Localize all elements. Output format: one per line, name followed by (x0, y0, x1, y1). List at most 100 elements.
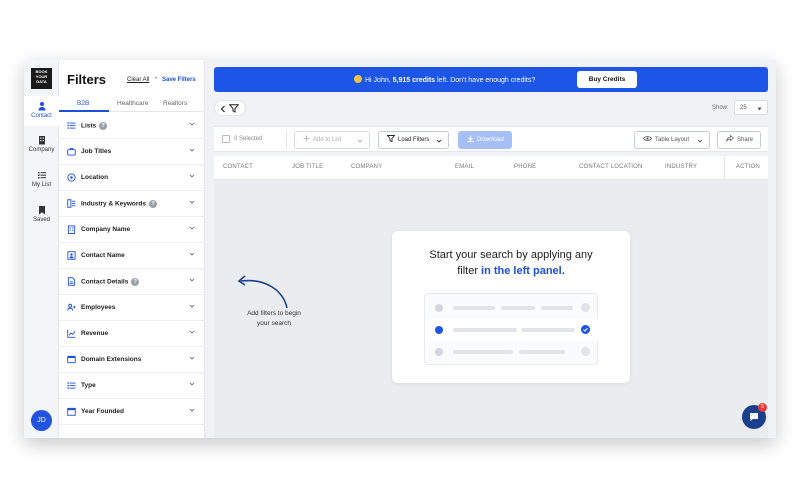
chevron-down-icon (189, 304, 195, 308)
building-icon (67, 225, 76, 234)
placeholder-row-selected (425, 319, 599, 341)
person-icon (435, 304, 443, 312)
rail-item-label: Company (28, 147, 55, 153)
check-circle-icon (581, 347, 590, 356)
chevron-down-icon (189, 148, 195, 152)
filter-item-revenue[interactable]: Revenue (59, 321, 205, 347)
column-header[interactable]: JOB TITLE (292, 164, 323, 170)
save-filters-link[interactable]: Save Filters (162, 77, 196, 83)
chevron-down-icon (357, 139, 363, 143)
filter-item-job-titles[interactable]: Job Titles (59, 139, 205, 165)
show-label: Show: (712, 105, 729, 111)
page-size-select[interactable]: 25 (734, 100, 768, 115)
filter-label: Job Titles (81, 148, 112, 155)
filter-label: Company Name (81, 226, 131, 233)
separator-dot: • (155, 76, 158, 82)
column-header[interactable]: PHONE (514, 164, 536, 170)
table-layout-button[interactable]: Table Layout (634, 131, 710, 149)
filter-item-type[interactable]: Type (59, 373, 205, 399)
collapse-filters-button[interactable] (214, 100, 246, 116)
briefcase-icon (67, 148, 76, 156)
filter-funnel-icon (229, 104, 239, 113)
empty-state-illustration (424, 293, 599, 365)
chevron-down-icon (189, 226, 195, 230)
share-button[interactable]: Share (717, 131, 761, 149)
filter-item-contact-name[interactable]: Contact Name (59, 243, 205, 269)
placeholder-row (425, 297, 599, 319)
plus-icon (303, 135, 310, 142)
filter-label: Employees (81, 304, 116, 311)
filter-item-location[interactable]: Location (59, 165, 205, 191)
building-icon (38, 136, 45, 145)
filter-item-contact-details[interactable]: Contact Details? (59, 269, 205, 295)
list-icon (67, 382, 76, 389)
user-avatar[interactable]: JD (31, 410, 52, 431)
person-icon (435, 326, 443, 334)
info-icon[interactable]: ? (131, 278, 140, 286)
tab-realtors[interactable]: Realtors (163, 100, 187, 107)
filters-title: Filters (67, 72, 107, 87)
app-window: BOOK YOUR DATA Contact Company My List S… (24, 60, 776, 438)
info-icon[interactable]: ? (99, 122, 108, 130)
chevron-down-icon (189, 356, 195, 360)
top-toolbar: Show: 25 (214, 98, 768, 118)
info-icon[interactable]: ? (149, 200, 158, 208)
person-icon (435, 348, 443, 356)
location-pin-icon (67, 173, 76, 182)
filter-item-employees[interactable]: Employees (59, 295, 205, 321)
filters-panel: Filters Clear All • Save Filters B2B Hea… (59, 60, 205, 438)
tab-b2b[interactable]: B2B (77, 100, 89, 107)
column-divider (724, 156, 725, 180)
column-header[interactable]: COMPANY (351, 164, 382, 170)
active-tab-indicator (59, 110, 109, 112)
calendar-icon (67, 407, 76, 416)
filter-label: Revenue (81, 330, 109, 337)
buy-credits-button[interactable]: Buy Credits (577, 71, 637, 88)
column-header[interactable]: INDUSTRY (665, 164, 697, 170)
filter-label: Domain Extensions (81, 356, 142, 363)
id-card-icon (67, 251, 76, 260)
caret-down-icon (757, 107, 762, 111)
chevron-down-icon (189, 174, 195, 178)
chevron-down-icon (189, 330, 195, 334)
rail-item-my-list[interactable]: My List (24, 165, 59, 195)
chevron-down-icon (189, 252, 195, 256)
column-header[interactable]: CONTACT (223, 164, 253, 170)
share-icon (726, 134, 735, 142)
credits-banner: Hi John, 5,915 credits left. Don't have … (214, 67, 768, 92)
filter-item-domain-extensions[interactable]: Domain Extensions (59, 347, 205, 373)
app-logo[interactable]: BOOK YOUR DATA (31, 68, 52, 89)
add-to-list-button[interactable]: Add to List (294, 131, 370, 149)
chevron-down-icon (189, 122, 195, 126)
filter-label: Year Founded (81, 408, 124, 415)
filter-item-lists[interactable]: Lists? (59, 113, 205, 139)
filter-tabs: B2B Healthcare Realtors (59, 96, 205, 112)
select-all-checkbox[interactable] (222, 135, 230, 143)
filter-item-year-founded[interactable]: Year Founded (59, 399, 205, 425)
column-header[interactable]: CONTACT LOCATION (579, 164, 643, 170)
action-toolbar: 0 Selected Add to List Load Filters Down… (214, 126, 768, 152)
column-header[interactable]: ACTION (736, 164, 760, 170)
filter-item-industry-keywords[interactable]: Industry & Keywords? (59, 191, 205, 217)
filter-label: Industry & Keywords (81, 200, 147, 208)
column-header[interactable]: EMAIL (455, 164, 474, 170)
credits-message: Hi John, 5,915 credits left. Don't have … (354, 75, 535, 84)
empty-state-heading-line2: filter in the left panel. (457, 265, 565, 277)
rail-item-contact[interactable]: Contact (24, 96, 59, 126)
rail-item-company[interactable]: Company (24, 130, 59, 160)
main-content: Hi John, 5,915 credits left. Don't have … (205, 60, 776, 438)
download-button[interactable]: Download (458, 131, 512, 149)
rail-item-saved[interactable]: Saved (24, 200, 59, 230)
tab-healthcare[interactable]: Healthcare (117, 100, 148, 107)
download-icon (467, 135, 474, 142)
load-filters-button[interactable]: Load Filters (378, 131, 449, 149)
filter-funnel-icon (386, 135, 396, 143)
curved-arrow-icon (237, 275, 288, 309)
table-header: CONTACT JOB TITLE COMPANY EMAIL PHONE CO… (214, 156, 768, 180)
placeholder-row (425, 341, 599, 363)
filter-label: Location (81, 174, 109, 181)
chevron-down-icon (189, 408, 195, 412)
chat-notification-badge: 6 (758, 403, 767, 412)
clear-all-link[interactable]: Clear All (127, 77, 149, 83)
filter-item-company-name[interactable]: Company Name (59, 217, 205, 243)
